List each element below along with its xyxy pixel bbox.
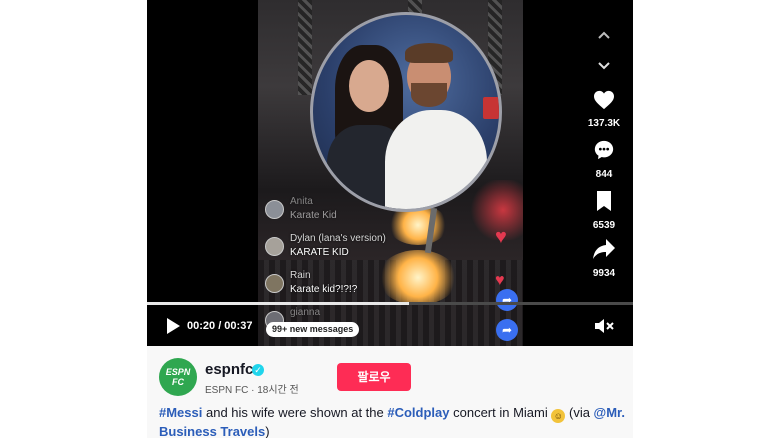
hashtag-link[interactable]: #Messi (159, 405, 202, 420)
video-player[interactable]: Anita Karate Kid Dylan (lana's version) … (147, 0, 633, 346)
stage-truss (298, 0, 312, 95)
person-woman-face (349, 60, 389, 112)
comment-username: Rain (290, 270, 311, 281)
floating-heart-icon: ♥ (495, 226, 507, 248)
account-avatar[interactable]: ESPN FC (159, 358, 197, 396)
caption-text: concert in Miami (449, 405, 552, 420)
mute-button[interactable] (594, 318, 614, 334)
new-messages-pill[interactable]: 99+ new messages (266, 322, 360, 337)
floating-share-icon: ➦ (496, 289, 518, 311)
bookmark-icon (576, 190, 632, 217)
chevron-down-icon[interactable] (576, 58, 632, 74)
comment-bubble-icon (576, 139, 632, 166)
red-cup (483, 97, 499, 119)
comment-item: Dylan (lana's version) KARATE KID (265, 233, 435, 270)
comment-count: 844 (595, 169, 613, 180)
hashtag-link[interactable]: #Coldplay (387, 405, 449, 420)
video-caption: #Messi and his wife were shown at the #C… (159, 404, 629, 438)
progress-fill (147, 302, 410, 305)
tiktok-video-page: Anita Karate Kid Dylan (lana's version) … (0, 0, 780, 438)
account-name[interactable]: espnfc (205, 361, 253, 378)
avatar (265, 274, 284, 293)
comment-username: Dylan (lana's version) (290, 233, 386, 244)
play-button[interactable] (165, 317, 181, 335)
jumbotron-screen (310, 12, 502, 212)
action-bar: 137.3K 844 6539 9934 (576, 0, 632, 300)
floating-share-icon: ➦ (496, 319, 518, 341)
play-icon (167, 318, 180, 334)
comment-username: gianna (290, 307, 321, 318)
person-man-beard (411, 83, 447, 107)
logo-text: ESPN FC (165, 367, 191, 387)
comment-text: Karate Kid (290, 210, 337, 221)
comment-username: Anita (290, 196, 313, 207)
caption-text: and his wife were shown at the (202, 405, 388, 420)
share-count: 9934 (592, 268, 616, 279)
comment-text: Karate kid?!?!? (290, 284, 358, 295)
caption-text: ) (265, 424, 270, 438)
account-subtitle: ESPN FC · 18시간 전 (205, 385, 299, 396)
like-button[interactable]: 137.3K (576, 90, 632, 131)
comment-button[interactable]: 844 (576, 139, 632, 182)
share-arrow-icon (576, 238, 632, 265)
chevron-up-icon[interactable] (576, 27, 632, 43)
grinning-emoji-icon: ☺ (551, 409, 566, 423)
floating-heart-icon: ♥ (495, 272, 505, 289)
avatar (265, 237, 284, 256)
person-man-hair (405, 43, 453, 63)
comment-text: KARATE KID (290, 247, 349, 258)
follow-button[interactable]: 팔로우 (337, 363, 411, 391)
like-count: 137.3K (587, 118, 621, 129)
save-count: 6539 (592, 220, 616, 231)
muted-speaker-icon (595, 319, 614, 333)
avatar (265, 200, 284, 219)
time-display: 00:20 / 00:37 (187, 320, 253, 332)
heart-icon (576, 90, 632, 115)
progress-bar[interactable] (147, 302, 633, 305)
save-button[interactable]: 6539 (576, 190, 632, 233)
comment-item: Anita Karate Kid (265, 196, 435, 233)
video-info-panel: ESPN FC espnfc ✓ ESPN FC · 18시간 전 팔로우 #M… (147, 346, 633, 438)
share-button[interactable]: 9934 (576, 238, 632, 281)
verified-badge-icon: ✓ (252, 364, 264, 376)
caption-text: (via (565, 405, 594, 420)
